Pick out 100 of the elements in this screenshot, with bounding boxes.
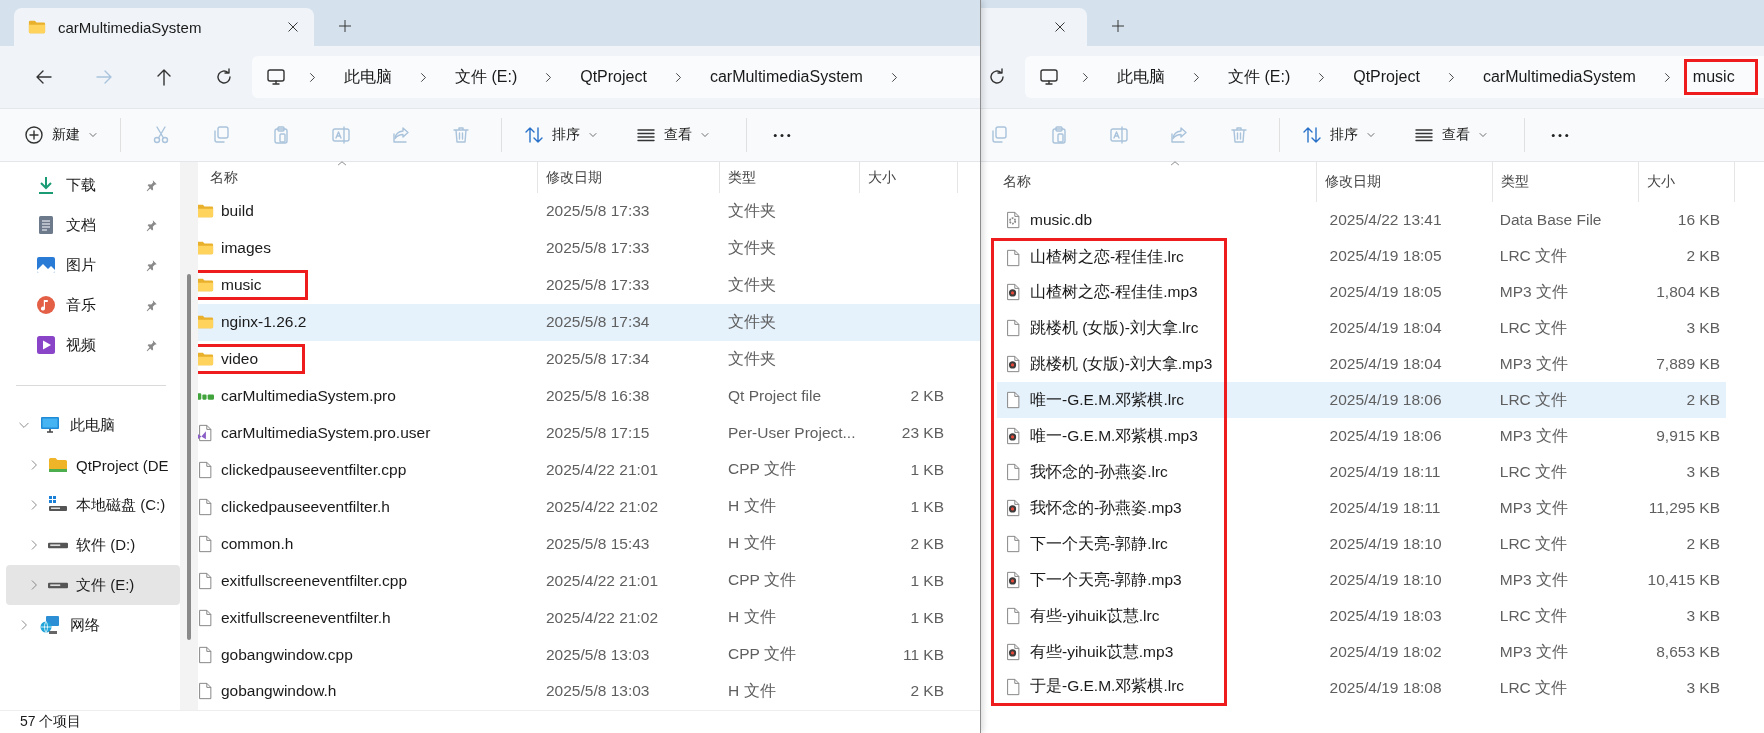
sidebar-item[interactable]: 文档 [6,205,180,245]
file-row[interactable]: 唯一-G.E.M.邓紫棋.mp3 2025/4/19 18:06 MP3 文件 9,915 KB [997,418,1726,454]
modified-date: 2025/4/19 18:05 [1328,247,1443,265]
file-row[interactable]: build 2025/5/8 17:33 文件夹 [198,193,980,230]
file-row[interactable]: 山楂树之恋-程佳佳.mp3 2025/4/19 18:05 MP3 文件 1,804 KB [997,274,1726,310]
address-bar[interactable]: 此电脑 文件 (E:) QtProject carMultimediaSystem music [1025,56,1764,98]
file-row[interactable]: clickedpauseeventfilter.h 2025/4/22 21:02 H 文件 1 KB [198,488,980,526]
file-row[interactable]: carMultimediaSystem.pro 2025/5/8 16:38 Qt Project file 2 KB [198,377,980,415]
file-row[interactable]: music.db 2025/4/22 13:41 Data Base File 16 KB [997,202,1726,238]
pin-icon[interactable] [145,258,158,272]
file-row[interactable]: 我怀念的-孙燕姿.lrc 2025/4/19 18:11 LRC 文件 3 KB [997,454,1726,490]
file-size: 8,653 KB [1656,643,1720,661]
column-header[interactable]: 名称 [198,162,538,193]
file-row[interactable]: common.h 2025/5/8 15:43 H 文件 2 KB [198,525,980,563]
sort-button[interactable]: 排序 [512,119,610,151]
window-tab[interactable]: carMultimediaSystem [14,8,314,46]
scrollbar-thumb[interactable] [187,274,191,640]
project-file-icon [196,392,214,400]
breadcrumb-item[interactable]: 文件 (E:) [1223,57,1296,97]
more-icon[interactable] [773,132,791,138]
file-row[interactable]: 山楂树之恋-程佳佳.lrc 2025/4/19 18:05 LRC 文件 2 KB [997,238,1726,274]
breadcrumb-item[interactable]: 文件 (E:) [450,57,523,97]
sidebar-item[interactable]: 图片 [6,245,180,285]
breadcrumb-item[interactable]: 此电脑 [339,57,397,97]
column-header[interactable]: 大小 [1639,162,1735,202]
file-type: CPP 文件 [727,459,797,480]
file-row[interactable]: clickedpauseeventfilter.cpp 2025/4/22 21:01 CPP 文件 1 KB [198,451,980,489]
file-name: clickedpauseeventfilter.cpp [221,460,407,479]
pin-icon[interactable] [145,218,158,232]
sidebar-item[interactable]: 此电脑 [6,405,180,445]
file-name: build [221,202,254,221]
column-header[interactable]: 类型 [1493,162,1639,202]
folder-drive-icon [48,455,68,475]
file-row[interactable]: gobangwindow.cpp 2025/5/8 13:03 CPP 文件 11 KB [198,636,980,673]
more-icon[interactable] [1551,132,1569,138]
pin-icon[interactable] [145,178,158,192]
column-header[interactable]: 修改日期 [538,162,720,193]
caret-icon [1366,130,1376,140]
refresh-icon[interactable] [214,67,234,87]
file-row[interactable]: video 2025/5/8 17:34 文件夹 [198,340,980,378]
column-header[interactable]: 类型 [720,162,860,193]
modified-date: 2025/5/8 16:38 [545,387,651,406]
plus-icon [24,125,44,145]
refresh-icon[interactable] [987,67,1007,87]
breadcrumb-item[interactable]: 此电脑 [1112,57,1170,97]
column-header[interactable]: 名称 [981,162,1317,202]
view-button[interactable]: 查看 [1402,119,1500,151]
sidebar-item[interactable]: QtProject (DE [6,445,180,485]
file-type: MP3 文件 [1498,353,1569,374]
file-row[interactable]: 于是-G.E.M.邓紫棋.lrc 2025/4/19 18:08 LRC 文件 3 KB [997,670,1726,706]
new-button[interactable]: 新建 [12,119,110,151]
sidebar-item[interactable]: 视频 [6,325,180,365]
breadcrumb-item[interactable]: carMultimediaSystem [704,59,868,95]
file-row[interactable]: 有些-yihuik苡慧.lrc 2025/4/19 18:03 LRC 文件 3 KB [997,598,1726,634]
file-row[interactable]: 跳楼机 (女版)-刘大拿.lrc 2025/4/19 18:04 LRC 文件 3 KB [997,310,1726,346]
pin-icon[interactable] [145,298,158,312]
file-row[interactable]: 我怀念的-孙燕姿.mp3 2025/4/19 18:11 MP3 文件 11,295 KB [997,490,1726,526]
sidebar-item[interactable]: 下载 [6,165,180,205]
file-type: 文件夹 [727,274,777,295]
file-name: 我怀念的-孙燕姿.mp3 [1030,497,1182,518]
file-row[interactable]: exitfullscreeneventfilter.h 2025/4/22 21:02 H 文件 1 KB [198,599,980,637]
sidebar-item[interactable]: 文件 (E:) [6,565,180,605]
file-row[interactable]: 下一个天亮-郭静.lrc 2025/4/19 18:10 LRC 文件 2 KB [997,526,1726,562]
column-header[interactable]: 大小 [860,162,958,193]
file-row[interactable]: music 2025/5/8 17:33 文件夹 [198,266,980,304]
sort-icon [1302,125,1322,145]
file-row[interactable]: exitfullscreeneventfilter.cpp 2025/4/22 21:01 CPP 文件 1 KB [198,562,980,600]
plus-icon[interactable] [1111,19,1125,33]
modified-date: 2025/4/22 13:41 [1328,211,1443,229]
file-row[interactable]: nginx-1.26.2 2025/5/8 17:34 文件夹 [198,303,980,341]
file-name: common.h [221,534,294,553]
column-header[interactable]: 修改日期 [1317,162,1493,202]
modified-date: 2025/4/19 18:08 [1328,679,1443,697]
breadcrumb-item[interactable]: QtProject [1348,59,1425,95]
file-row[interactable]: 有些-yihuik苡慧.mp3 2025/4/19 18:02 MP3 文件 8,653 KB [997,634,1726,670]
sidebar-item[interactable]: 软件 (D:) [6,525,180,565]
close-icon[interactable] [286,20,300,34]
sort-caret-icon [336,160,348,166]
breadcrumb-item[interactable]: QtProject [575,59,652,95]
plus-icon[interactable] [338,19,352,33]
file-row[interactable]: gobangwindow.h 2025/5/8 13:03 H 文件 2 KB [198,673,980,710]
file-name: 下一个天亮-郭静.mp3 [1030,569,1182,590]
file-row[interactable]: images 2025/5/8 17:33 文件夹 [198,229,980,267]
sort-button[interactable]: 排序 [1290,119,1388,151]
close-icon[interactable] [1053,20,1067,34]
breadcrumb-item[interactable]: carMultimediaSystem [1477,59,1641,95]
file-name: exitfullscreeneventfilter.cpp [221,571,408,590]
pin-icon[interactable] [145,338,158,352]
address-bar[interactable]: 此电脑 文件 (E:) QtProject carMultimediaSystem [252,56,980,98]
file-row[interactable]: carMultimediaSystem.pro.user 2025/5/8 17:15 Per-User Project... 23 KB [198,414,980,452]
file-size: 9,915 KB [1656,427,1720,445]
file-name: music.db [1030,211,1093,229]
modified-date: 2025/5/8 17:33 [545,202,651,221]
sidebar-item[interactable]: 网络 [6,605,180,645]
file-row[interactable]: 下一个天亮-郭静.mp3 2025/4/19 18:10 MP3 文件 10,415 KB [997,562,1726,598]
breadcrumb-item[interactable]: music [1683,59,1758,95]
sidebar-item[interactable]: 音乐 [6,285,180,325]
file-icon [1004,319,1022,337]
view-button[interactable]: 查看 [624,119,722,151]
sidebar-item[interactable]: 本地磁盘 (C:) [6,485,180,525]
